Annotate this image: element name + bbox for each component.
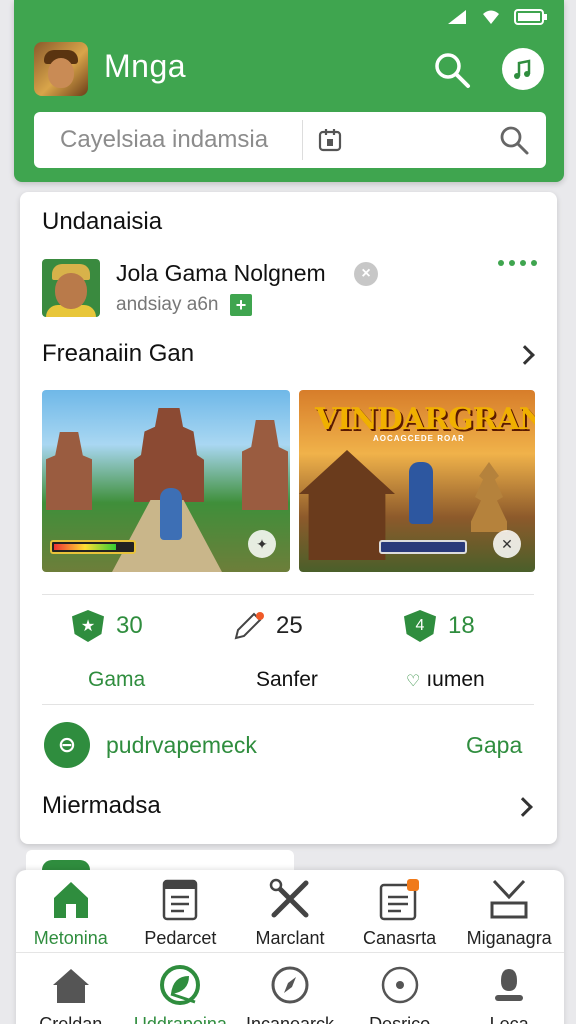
nav-label: Metonina [33,928,108,948]
close-icon[interactable]: ✕ [493,530,521,558]
nav-label: Leca [489,1014,529,1024]
tools-icon [266,874,314,924]
nav-label: Pedarcet [144,928,217,948]
home-icon [47,874,95,924]
stat-sanfer[interactable]: 25 [232,610,303,642]
stat-numen[interactable]: 4 18 [404,610,475,642]
compass-icon [266,960,314,1010]
wifi-icon [483,10,499,24]
nav-row-2: Creldan Uddrapoina Incanearck Desrico Le… [16,960,564,1024]
section-title: Undanaisia [42,208,163,235]
nav-label: Canasrta [363,928,437,948]
bottom-navigation: Metonina Pedarcet Marclant Canasrta Miga… [16,870,564,1024]
nav-label: Marclant [255,928,325,948]
stat-value: 30 [116,612,143,639]
game-avatar[interactable] [42,259,100,317]
nav-item-leca[interactable]: Leca [454,960,564,1024]
nav-row-1: Metonina Pedarcet Marclant Canasrta Miga… [16,874,564,949]
divider [42,704,534,705]
featured-title[interactable]: Freanaiin Gan [42,340,194,368]
nav-item-miganagra[interactable]: Miganagra [454,874,564,949]
leaf-icon [156,960,204,1010]
document-icon [156,874,204,924]
search-icon[interactable] [432,50,472,90]
app-header: Mnga [14,0,564,182]
stat-value: 18 [448,612,475,639]
chevron-right-icon[interactable] [513,797,533,817]
search-submit-icon[interactable] [498,124,530,156]
signal-icon [448,10,466,24]
nav-divider [16,952,564,953]
more-section-title[interactable]: Miermadsa [42,792,161,820]
pencil-icon [234,612,264,640]
nav-label: Incanearck [245,1014,335,1024]
hud-bar [379,540,467,554]
nav-item-marclant[interactable]: Marclant [235,874,345,949]
calendar-icon[interactable] [317,127,343,153]
music-note-icon [514,59,531,79]
divider [42,594,534,595]
game-thumbnail-2[interactable]: VINDARGRAN AOCAGCEDE ROAR ✕ [299,390,535,572]
search-divider [302,120,303,160]
nav-label: Creldan [39,1014,103,1024]
game-subtitle: andsiay a6n [116,294,219,315]
stat-label: Sanfer [256,668,318,691]
nav-item-uddrapoina[interactable]: Uddrapoina [126,960,236,1024]
app-title: Mnga [104,48,187,84]
stat-label-wrap: ♡ ıumen [406,668,485,692]
game-name[interactable]: Jola Gama Nolgnem [116,260,326,287]
heart-icon: ♡ [406,673,421,690]
nav-item-canasrta[interactable]: Canasrta [345,874,455,949]
thumbnail-banner: AOCAGCEDE ROAR [373,434,465,443]
home-icon [47,960,95,1010]
promo-icon: ⊖ [44,722,90,768]
nav-item-desrico[interactable]: Desrico [345,960,455,1024]
download-icon [485,874,533,924]
thumbnail-title: VINDARGRAN [315,402,535,437]
search-bar [34,112,546,168]
promo-text[interactable]: pudrvapemeck [106,732,257,759]
status-bar [446,8,548,26]
stat-games[interactable]: ★ 30 [72,610,143,642]
target-icon [376,960,424,1010]
promo-link[interactable]: Gapa [466,732,522,759]
nav-item-metonina[interactable]: Metonina [16,874,126,949]
game-thumbnail-1[interactable]: ✦ [42,390,290,572]
star-shield-icon: ★ [72,610,104,642]
nav-item-pedarcet[interactable]: Pedarcet [126,874,236,949]
nav-item-incanearck[interactable]: Incanearck [235,960,345,1024]
chevron-right-icon[interactable] [515,345,535,365]
search-input[interactable] [34,112,302,168]
battery-icon [514,9,547,25]
music-button[interactable] [502,48,544,90]
app-logo [34,42,88,96]
stat-label: ıumen [426,668,485,691]
add-button[interactable]: + [230,294,252,316]
nav-item-creldan[interactable]: Creldan [16,960,126,1024]
main-card: Undanaisia Jola Gama Nolgnem × andsiay a… [20,192,557,844]
stat-value: 25 [276,612,303,639]
play-icon[interactable]: ✦ [248,530,276,558]
nav-label: Uddrapoina [133,1014,227,1024]
nav-label: Desrico [369,1014,431,1024]
close-icon[interactable]: × [354,262,378,286]
nav-label: Miganagra [466,928,552,948]
stat-label: Gama [88,668,146,691]
number-shield-icon: 4 [404,610,436,642]
notes-icon [376,874,424,924]
more-options-icon[interactable] [498,260,537,266]
person-icon [485,960,533,1010]
